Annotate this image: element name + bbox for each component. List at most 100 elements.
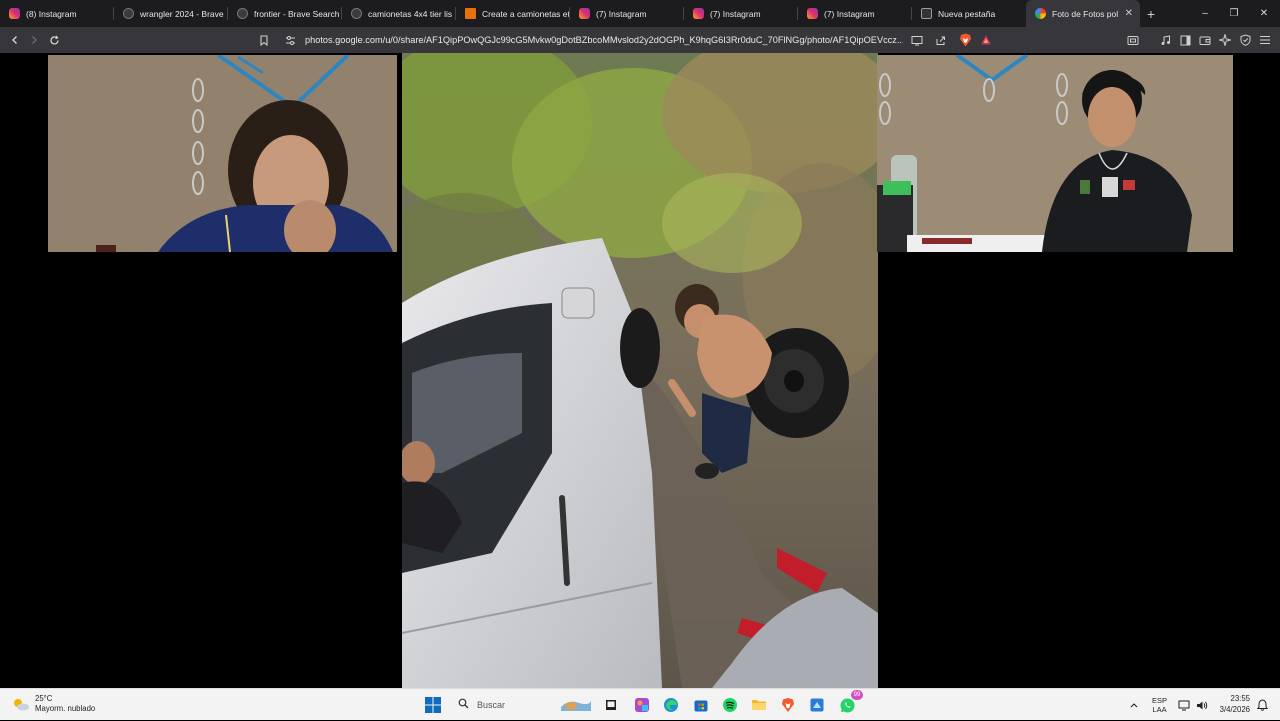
instagram-icon <box>579 8 590 19</box>
clock-time: 23:55 <box>1230 694 1250 703</box>
media-button[interactable] <box>1155 30 1175 50</box>
webcam-overlay-left <box>48 55 397 252</box>
network-button[interactable] <box>1178 689 1190 721</box>
brave-search-icon <box>123 8 134 19</box>
tab-camionetas-search[interactable]: camionetas 4x4 tier lis <box>342 0 456 27</box>
webcam-person-smiling-image <box>877 55 1233 252</box>
tab-frontier-search[interactable]: frontier - Brave Search <box>228 0 342 27</box>
brave-lion-icon <box>959 33 971 47</box>
close-window-button[interactable]: ✕ <box>1249 0 1279 27</box>
taskbar-app-store[interactable] <box>690 694 712 716</box>
clock-date: 3/4/2026 <box>1219 704 1250 714</box>
tab-close-icon[interactable]: ✕ <box>1125 8 1133 19</box>
google-photos-icon <box>1035 8 1046 19</box>
sidebar-icon <box>1180 35 1190 45</box>
back-arrow-icon <box>12 36 17 44</box>
instagram-icon <box>9 8 20 19</box>
tab-instagram-4[interactable]: (7) Instagram <box>798 0 912 27</box>
toolbar: photos.google.com/u/0/share/AF1QipPOwQGJ… <box>0 27 1280 53</box>
brave-search-icon <box>351 8 362 19</box>
taskbar-app-photo-editor[interactable] <box>631 694 653 716</box>
tab-title: Foto de Fotos pol <box>1052 8 1119 19</box>
photo-tire-change-image <box>402 53 878 688</box>
tune-icon <box>285 35 295 45</box>
forward-button[interactable] <box>24 30 44 50</box>
partly-cloudy-icon <box>14 699 29 711</box>
tab-title: (7) Instagram <box>596 8 647 19</box>
screenshot-icon <box>1127 35 1139 45</box>
hidden-icons-button[interactable] <box>1129 689 1139 721</box>
taskbar-app-whatsapp[interactable]: 99 <box>836 690 863 716</box>
task-view-icon <box>606 700 616 710</box>
taskbar-app-unknown[interactable] <box>806 694 828 716</box>
tab-title: (7) Instagram <box>824 8 875 19</box>
speaker-icon <box>1197 701 1208 709</box>
cast-icon <box>911 35 923 45</box>
main-photo[interactable] <box>402 53 878 688</box>
taskbar-app-brave[interactable] <box>777 694 799 716</box>
tab-title: Nueva pestaña <box>938 8 996 19</box>
back-button[interactable] <box>5 30 25 50</box>
wallet-button[interactable] <box>1195 30 1215 50</box>
document-icon <box>465 8 476 19</box>
search-highlight-icon <box>559 697 593 715</box>
taskbar-app-edge[interactable] <box>660 694 682 716</box>
start-button[interactable] <box>422 694 444 716</box>
spotify-app-icon <box>723 698 737 712</box>
language-indicator[interactable]: ESP LAA <box>1152 689 1167 721</box>
search-icon <box>458 698 469 712</box>
webcam-person-thinking-image <box>48 55 397 252</box>
keyboard-layout: LAA <box>1152 705 1167 714</box>
vpn-button[interactable] <box>1235 30 1255 50</box>
bookmark-button[interactable] <box>254 30 274 50</box>
app-window-icon <box>810 698 824 712</box>
taskbar-app-spotify[interactable] <box>719 694 741 716</box>
weather-condition: Mayorm. nublado <box>35 704 96 713</box>
reload-button[interactable] <box>44 30 64 50</box>
shield-icon <box>1240 34 1250 46</box>
tab-wrangler-search[interactable]: wrangler 2024 - Brave <box>114 0 228 27</box>
sidebar-button[interactable] <box>1175 30 1195 50</box>
reader-mode-button[interactable] <box>1123 30 1143 50</box>
tab-title: frontier - Brave Search <box>254 8 340 19</box>
monitor-network-icon <box>1178 700 1190 710</box>
tab-create-camionetas[interactable]: Create a camionetas et <box>456 0 570 27</box>
minimize-button[interactable]: – <box>1190 0 1220 27</box>
brave-shields-button[interactable] <box>955 30 975 50</box>
menu-button[interactable] <box>1255 30 1275 50</box>
maximize-button[interactable]: ❐ <box>1219 0 1249 27</box>
chevron-up-icon <box>1130 703 1138 708</box>
new-tab-button[interactable]: + <box>1140 6 1162 22</box>
store-app-icon <box>694 700 708 712</box>
taskbar-search-box[interactable]: Buscar <box>449 694 599 716</box>
share-button[interactable] <box>930 30 950 50</box>
hamburger-menu-icon <box>1260 35 1270 45</box>
reload-icon <box>49 35 59 45</box>
brave-rewards-button[interactable] <box>976 30 996 50</box>
clock[interactable]: 23:55 3/4/2026 <box>1220 694 1250 715</box>
tab-instagram-2[interactable]: (7) Instagram <box>570 0 684 27</box>
search-placeholder: Buscar <box>477 700 506 710</box>
cast-button[interactable] <box>907 30 927 50</box>
webcam-overlay-right <box>877 55 1233 252</box>
url-input[interactable]: photos.google.com/u/0/share/AF1QipPOwQGJ… <box>305 27 903 53</box>
instagram-icon <box>693 8 704 19</box>
windows-logo-icon <box>425 697 441 713</box>
taskbar-app-file-explorer[interactable] <box>748 694 770 716</box>
tab-new-tab[interactable]: Nueva pestaña <box>912 0 1026 27</box>
tab-google-photos[interactable]: Foto de Fotos pol ✕ <box>1026 0 1140 27</box>
brave-browser-icon <box>782 698 794 712</box>
tab-instagram-3[interactable]: (7) Instagram <box>684 0 798 27</box>
tab-title: camionetas 4x4 tier lis <box>368 8 453 19</box>
task-view-button[interactable] <box>600 694 622 716</box>
tab-title: wrangler 2024 - Brave <box>140 8 224 19</box>
site-settings-button[interactable] <box>280 30 300 50</box>
notifications-button[interactable] <box>1257 689 1268 721</box>
brave-search-icon <box>237 8 248 19</box>
volume-button[interactable] <box>1196 689 1208 721</box>
leo-ai-button[interactable] <box>1215 30 1235 50</box>
bell-icon <box>1257 699 1268 711</box>
weather-widget[interactable]: 25°C Mayorm. nublado <box>12 694 95 714</box>
tab-instagram-1[interactable]: (8) Instagram <box>0 0 114 27</box>
tab-strip: (8) Instagram wrangler 2024 - Brave fron… <box>0 0 1280 27</box>
